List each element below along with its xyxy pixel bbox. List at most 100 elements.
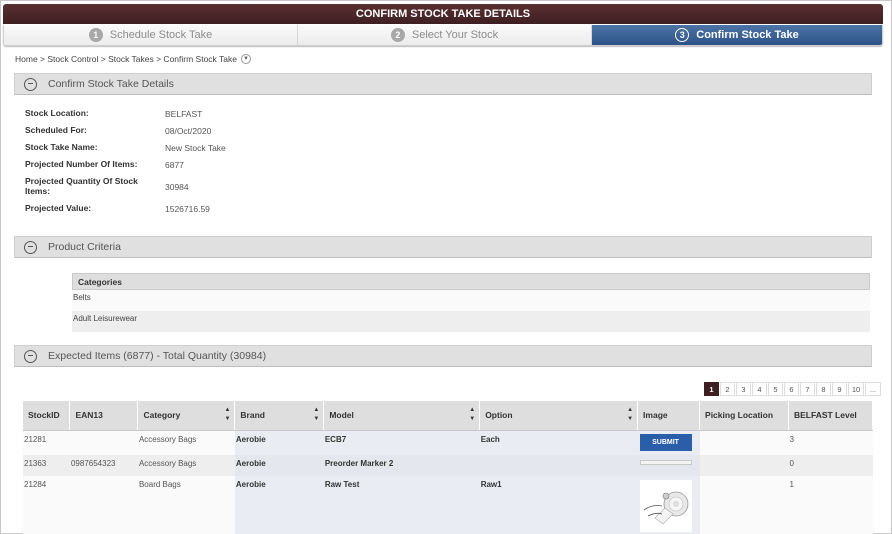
cell-brand: Aerobie bbox=[234, 430, 324, 455]
sort-icon[interactable]: ▲ ▼ bbox=[627, 406, 633, 424]
cell-brand: Aerobie bbox=[234, 476, 324, 534]
page-9-button[interactable]: 9 bbox=[832, 382, 847, 396]
categories-header: Categories bbox=[72, 273, 870, 290]
column-header-model[interactable]: Model ▲ ▼ bbox=[323, 401, 481, 431]
product-image-icon bbox=[643, 491, 688, 525]
column-header-category[interactable]: Category ▲ ▼ bbox=[137, 401, 236, 431]
cell-ean13 bbox=[69, 430, 138, 455]
stock-take-details: Stock Location: BELFAST Scheduled For: 0… bbox=[25, 105, 226, 217]
step-select-your-stock[interactable]: 2 Select Your Stock bbox=[298, 25, 592, 45]
categories-table: Categories Belts Adult Leisurewear bbox=[72, 273, 870, 332]
step-label: Select Your Stock bbox=[411, 29, 499, 41]
detail-label: Projected Quantity Of Stock Items: bbox=[25, 176, 138, 196]
detail-value: 30984 bbox=[165, 181, 189, 192]
page-8-button[interactable]: 8 bbox=[816, 382, 831, 396]
step-number-icon: 2 bbox=[390, 28, 405, 42]
cell-picking-location bbox=[699, 476, 789, 534]
table-row: 21363 0987654323 Accessory Bags Aerobie … bbox=[23, 455, 873, 476]
page-5-button[interactable]: 5 bbox=[768, 382, 783, 396]
cell-category: Accessory Bags bbox=[137, 455, 235, 476]
detail-value: 08/Oct/2020 bbox=[165, 125, 212, 136]
column-header-ean13[interactable]: EAN13 bbox=[69, 401, 139, 431]
table-row: 21281 Accessory Bags Aerobie ECB7 Each S… bbox=[23, 430, 873, 455]
cell-option: Raw1 bbox=[479, 476, 638, 534]
detail-value: BELFAST bbox=[165, 108, 203, 119]
cell-image bbox=[637, 455, 700, 476]
pagination: 1 2 3 4 5 6 7 8 9 10 ... bbox=[703, 382, 881, 396]
detail-row-stock-location: Stock Location: BELFAST bbox=[25, 105, 226, 122]
expected-items-panel-header[interactable]: Expected Items (6877) - Total Quantity (… bbox=[14, 345, 872, 367]
cell-option: Each bbox=[479, 430, 638, 455]
page-title: CONFIRM STOCK TAKE DETAILS bbox=[355, 8, 531, 20]
step-number-icon: 1 bbox=[88, 28, 103, 42]
detail-value: 6877 bbox=[165, 159, 184, 170]
collapse-icon[interactable] bbox=[24, 240, 37, 254]
collapse-icon[interactable] bbox=[24, 349, 37, 363]
cell-stockid: 21284 bbox=[23, 476, 70, 534]
sort-icon[interactable]: ▲ ▼ bbox=[469, 406, 475, 424]
more-pages-button[interactable]: ... bbox=[865, 382, 881, 396]
detail-label: Stock Take Name: bbox=[25, 141, 98, 152]
column-header-option[interactable]: Option ▲ ▼ bbox=[479, 401, 639, 431]
submit-button[interactable]: SUBMIT bbox=[639, 433, 692, 451]
step-confirm-stock-take[interactable]: 3 Confirm Stock Take bbox=[592, 25, 882, 45]
expected-items-table: StockID EAN13 Category ▲ ▼ Brand ▲ ▼ Model ▲ ▼… bbox=[23, 401, 874, 534]
chevron-down-icon[interactable]: ▼ bbox=[240, 54, 251, 64]
cell-brand: Aerobie bbox=[234, 455, 324, 476]
column-header-brand[interactable]: Brand ▲ ▼ bbox=[234, 401, 325, 431]
details-panel-header[interactable]: Confirm Stock Take Details bbox=[14, 73, 872, 95]
cell-stockid: 21363 bbox=[23, 455, 70, 476]
detail-row-scheduled-for: Scheduled For: 08/Oct/2020 bbox=[25, 122, 226, 139]
sort-icon[interactable]: ▲ ▼ bbox=[313, 406, 319, 424]
page-1-button[interactable]: 1 bbox=[704, 382, 719, 396]
sort-icon[interactable]: ▲ ▼ bbox=[224, 406, 230, 424]
cell-ean13 bbox=[69, 476, 138, 534]
step-label: Confirm Stock Take bbox=[696, 29, 799, 41]
step-number-icon: 3 bbox=[675, 28, 690, 42]
cell-category: Accessory Bags bbox=[137, 430, 235, 455]
empty-image-placeholder bbox=[639, 460, 692, 465]
breadcrumb: Home > Stock Control > Stock Takes > Con… bbox=[15, 54, 251, 64]
cell-model: Raw Test bbox=[323, 476, 480, 534]
cell-level: 1 bbox=[788, 476, 873, 534]
cell-model: Preorder Marker 2 bbox=[323, 455, 480, 476]
step-label: Schedule Stock Take bbox=[109, 29, 213, 41]
wizard-steps: 1 Schedule Stock Take 2 Select Your Stoc… bbox=[3, 25, 883, 46]
collapse-icon[interactable] bbox=[24, 77, 37, 91]
page-2-button[interactable]: 2 bbox=[720, 382, 735, 396]
page-3-button[interactable]: 3 bbox=[736, 382, 751, 396]
detail-row-projected-number: Projected Number Of Items: 6877 bbox=[25, 156, 226, 173]
detail-value: New Stock Take bbox=[165, 142, 226, 153]
detail-value: 1526716.59 bbox=[165, 203, 210, 214]
column-header-picking-location[interactable]: Picking Location bbox=[699, 401, 789, 431]
cell-stockid: 21281 bbox=[23, 430, 70, 455]
detail-row-projected-value: Projected Value: 1526716.59 bbox=[25, 200, 226, 217]
cell-category: Board Bags bbox=[137, 476, 235, 534]
category-row: Adult Leisurewear bbox=[72, 311, 870, 332]
page-6-button[interactable]: 6 bbox=[784, 382, 799, 396]
product-thumbnail[interactable] bbox=[639, 480, 692, 532]
detail-row-projected-quantity: Projected Quantity Of Stock Items: 30984 bbox=[25, 173, 226, 200]
cell-model: ECB7 bbox=[323, 430, 480, 455]
breadcrumb-text[interactable]: Home > Stock Control > Stock Takes > Con… bbox=[15, 54, 237, 64]
column-header-stockid[interactable]: StockID bbox=[23, 401, 71, 431]
detail-label: Projected Number Of Items: bbox=[25, 158, 138, 169]
cell-option bbox=[479, 455, 638, 476]
details-panel-title: Confirm Stock Take Details bbox=[48, 78, 174, 90]
page-title-bar: CONFIRM STOCK TAKE DETAILS bbox=[3, 4, 883, 24]
detail-row-stock-take-name: Stock Take Name: New Stock Take bbox=[25, 139, 226, 156]
cell-image bbox=[637, 476, 700, 534]
expected-items-panel-title: Expected Items (6877) - Total Quantity (… bbox=[48, 350, 267, 362]
criteria-panel-header[interactable]: Product Criteria bbox=[14, 236, 872, 258]
cell-level: 0 bbox=[788, 455, 873, 476]
page-10-button[interactable]: 10 bbox=[848, 382, 864, 396]
step-schedule-stock-take[interactable]: 1 Schedule Stock Take bbox=[4, 25, 298, 45]
column-header-belfast-level[interactable]: BELFAST Level bbox=[788, 401, 874, 431]
page-7-button[interactable]: 7 bbox=[800, 382, 815, 396]
cell-picking-location bbox=[699, 430, 789, 455]
cell-image: SUBMIT bbox=[637, 430, 700, 455]
criteria-panel-title: Product Criteria bbox=[48, 241, 121, 253]
table-row: 21284 Board Bags Aerobie Raw Test Raw1 1 bbox=[23, 476, 873, 534]
page-4-button[interactable]: 4 bbox=[752, 382, 767, 396]
detail-label: Projected Value: bbox=[25, 202, 92, 213]
